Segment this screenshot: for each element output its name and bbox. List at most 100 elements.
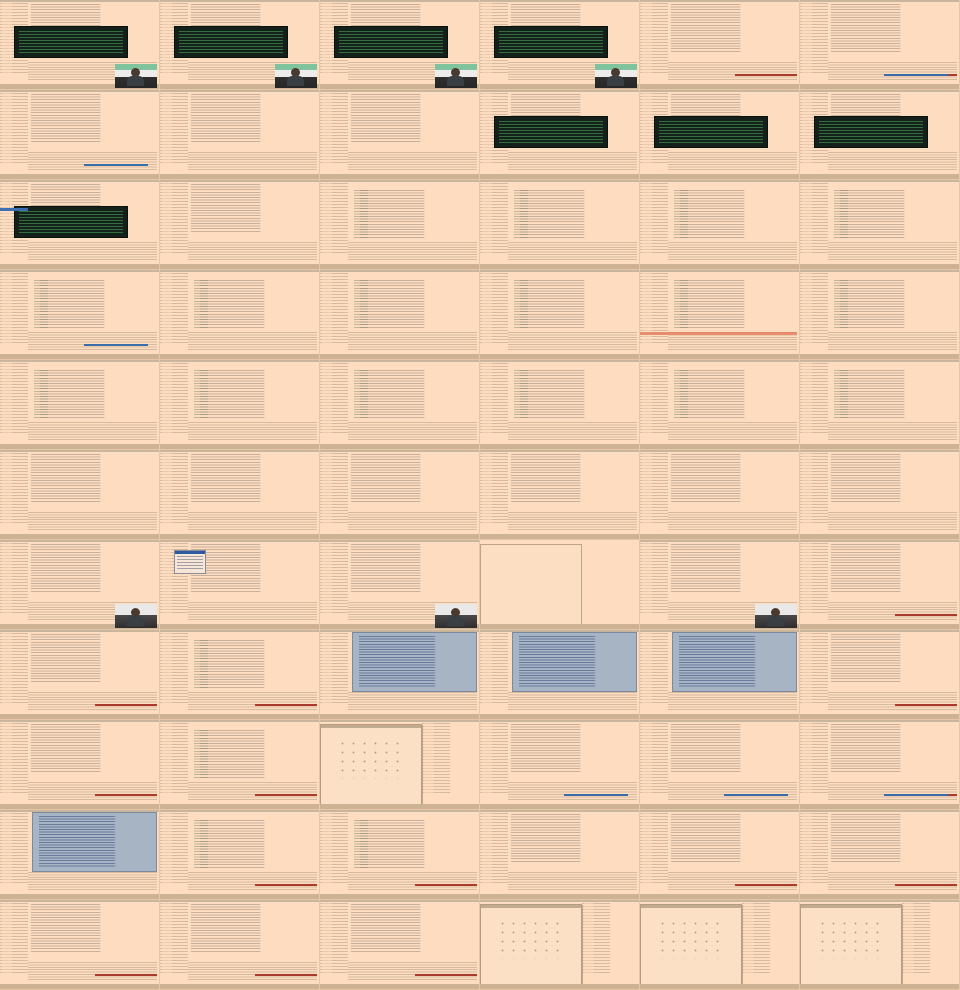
highlighted-editor [352, 632, 477, 692]
status-bar [0, 264, 159, 269]
screenshot-thumbnail[interactable] [320, 90, 480, 180]
output-panel [828, 332, 957, 350]
screenshot-thumbnail[interactable] [0, 720, 160, 810]
app-menubar [0, 900, 159, 902]
screenshot-thumbnail[interactable] [160, 900, 320, 990]
screenshot-thumbnail[interactable] [160, 630, 320, 720]
output-panel [828, 242, 957, 260]
screenshot-thumbnail[interactable] [160, 0, 320, 90]
screenshot-thumbnail[interactable] [800, 90, 960, 180]
screenshot-thumbnail[interactable] [320, 810, 480, 900]
screenshot-thumbnail[interactable] [320, 450, 480, 540]
screenshot-thumbnail[interactable] [480, 270, 640, 360]
screenshot-thumbnail[interactable] [320, 720, 480, 810]
screenshot-thumbnail[interactable] [480, 90, 640, 180]
screenshot-thumbnail[interactable] [800, 180, 960, 270]
screenshot-thumbnail[interactable] [160, 810, 320, 900]
status-bar [320, 444, 479, 449]
project-tree [320, 813, 348, 885]
screenshot-thumbnail[interactable] [160, 180, 320, 270]
screenshot-thumbnail[interactable] [320, 540, 480, 630]
app-menubar [800, 900, 959, 902]
screenshot-thumbnail[interactable] [320, 270, 480, 360]
terminal-window [654, 116, 768, 148]
screenshot-thumbnail[interactable] [640, 270, 800, 360]
app-menubar [480, 900, 639, 902]
screenshot-thumbnail[interactable] [320, 900, 480, 990]
app-menubar [640, 360, 799, 362]
highlighted-code-lines [359, 636, 466, 688]
screenshot-thumbnail[interactable] [480, 900, 640, 990]
app-menubar [640, 900, 799, 902]
project-tree [320, 93, 348, 165]
status-bar [0, 354, 159, 359]
screenshot-thumbnail[interactable] [320, 180, 480, 270]
screenshot-thumbnail[interactable] [0, 180, 160, 270]
screenshot-thumbnail[interactable] [480, 630, 640, 720]
screenshot-thumbnail[interactable] [160, 720, 320, 810]
screenshot-thumbnail[interactable] [640, 900, 800, 990]
code-editor [191, 184, 316, 232]
output-panel [668, 692, 797, 710]
screenshot-thumbnail[interactable] [0, 540, 160, 630]
screenshot-thumbnail[interactable] [800, 450, 960, 540]
screenshot-thumbnail[interactable] [0, 630, 160, 720]
screenshot-thumbnail[interactable] [0, 900, 160, 990]
screenshot-thumbnail[interactable] [640, 540, 800, 630]
screenshot-thumbnail[interactable] [800, 540, 960, 630]
output-panel [668, 62, 797, 80]
code-editor [200, 280, 316, 328]
app-menubar [640, 450, 799, 452]
screenshot-thumbnail[interactable] [800, 810, 960, 900]
project-tree [160, 453, 188, 525]
code-editor [520, 190, 636, 238]
screenshot-thumbnail[interactable] [0, 810, 160, 900]
screenshot-thumbnail[interactable] [320, 630, 480, 720]
screenshot-thumbnail[interactable] [640, 450, 800, 540]
screenshot-thumbnail[interactable] [480, 450, 640, 540]
screenshot-thumbnail[interactable] [0, 270, 160, 360]
app-menubar [800, 90, 959, 92]
screenshot-thumbnail[interactable] [800, 720, 960, 810]
screenshot-thumbnail[interactable] [480, 0, 640, 90]
screenshot-thumbnail[interactable] [480, 540, 640, 630]
screenshot-thumbnail[interactable] [800, 900, 960, 990]
screenshot-thumbnail[interactable] [480, 810, 640, 900]
screenshot-thumbnail[interactable] [160, 90, 320, 180]
project-tree [480, 363, 508, 435]
screenshot-thumbnail[interactable] [480, 360, 640, 450]
app-menubar [640, 270, 799, 272]
screenshot-thumbnail[interactable] [160, 360, 320, 450]
screenshot-thumbnail[interactable] [640, 180, 800, 270]
screenshot-thumbnail[interactable] [0, 0, 160, 90]
screenshot-thumbnail[interactable] [480, 720, 640, 810]
code-editor [191, 904, 316, 952]
screenshot-thumbnail[interactable] [0, 360, 160, 450]
screenshot-thumbnail[interactable] [160, 450, 320, 540]
screenshot-thumbnail[interactable] [640, 90, 800, 180]
screenshot-thumbnail[interactable] [320, 360, 480, 450]
project-tree [480, 453, 508, 525]
screenshot-thumbnail[interactable] [640, 810, 800, 900]
screenshot-thumbnail[interactable] [640, 720, 800, 810]
terminal-window [174, 26, 288, 58]
screenshot-thumbnail[interactable] [800, 630, 960, 720]
screenshot-thumbnail[interactable] [640, 360, 800, 450]
screenshot-thumbnail[interactable] [640, 630, 800, 720]
screenshot-thumbnail[interactable] [160, 540, 320, 630]
screenshot-thumbnail[interactable] [640, 0, 800, 90]
progress-bar [84, 344, 148, 346]
app-menubar [160, 90, 319, 92]
screenshot-thumbnail[interactable] [0, 450, 160, 540]
screenshot-thumbnail[interactable] [800, 360, 960, 450]
screenshot-thumbnail[interactable] [800, 0, 960, 90]
status-bar [640, 444, 799, 449]
screenshot-thumbnail[interactable] [320, 0, 480, 90]
code-editor [351, 904, 476, 952]
progress-bar [415, 884, 477, 886]
screenshot-thumbnail[interactable] [800, 270, 960, 360]
screenshot-thumbnail[interactable] [0, 90, 160, 180]
screenshot-thumbnail[interactable] [480, 180, 640, 270]
output-panel [188, 692, 317, 710]
screenshot-thumbnail[interactable] [160, 270, 320, 360]
